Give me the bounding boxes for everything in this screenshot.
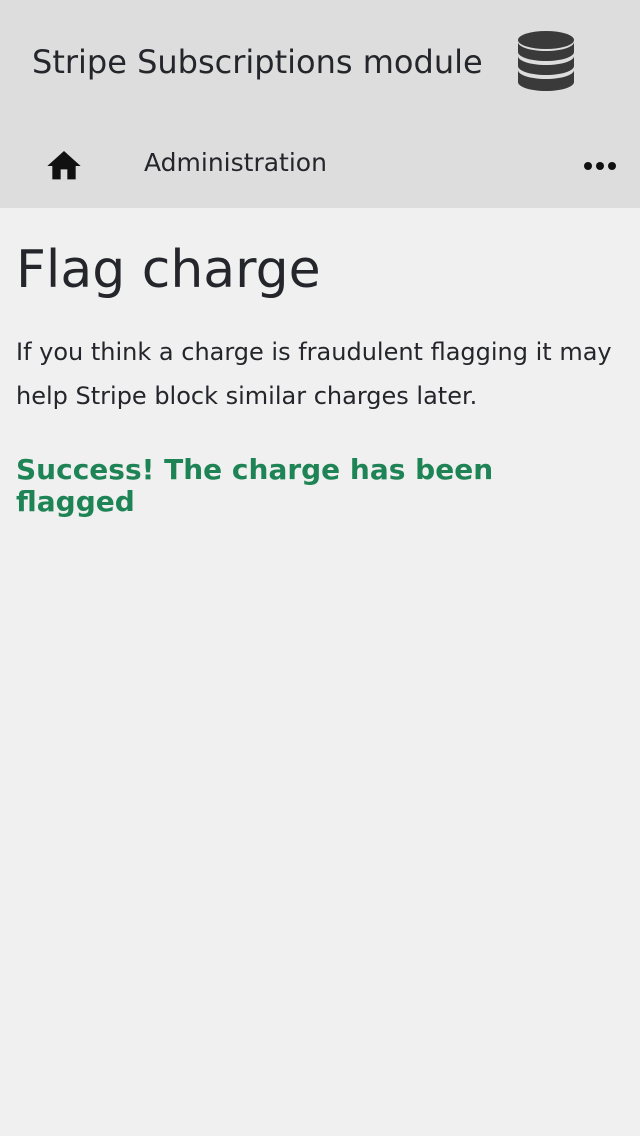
app-header: Stripe Subscriptions module Administrati…: [0, 0, 640, 208]
nav-item-administration[interactable]: Administration: [144, 146, 327, 180]
nav-bar: Administration: [0, 128, 640, 208]
more-horizontal-icon[interactable]: [578, 152, 622, 180]
page-description: If you think a charge is fraudulent flag…: [16, 338, 612, 410]
main-content: Flag charge If you think a charge is fra…: [16, 208, 624, 518]
page-title: Flag charge: [16, 240, 321, 300]
success-message: Success! The charge has been flagged: [16, 453, 494, 518]
home-icon[interactable]: [44, 146, 84, 186]
app-title: Stripe Subscriptions module: [32, 43, 483, 81]
database-icon: [518, 31, 574, 91]
